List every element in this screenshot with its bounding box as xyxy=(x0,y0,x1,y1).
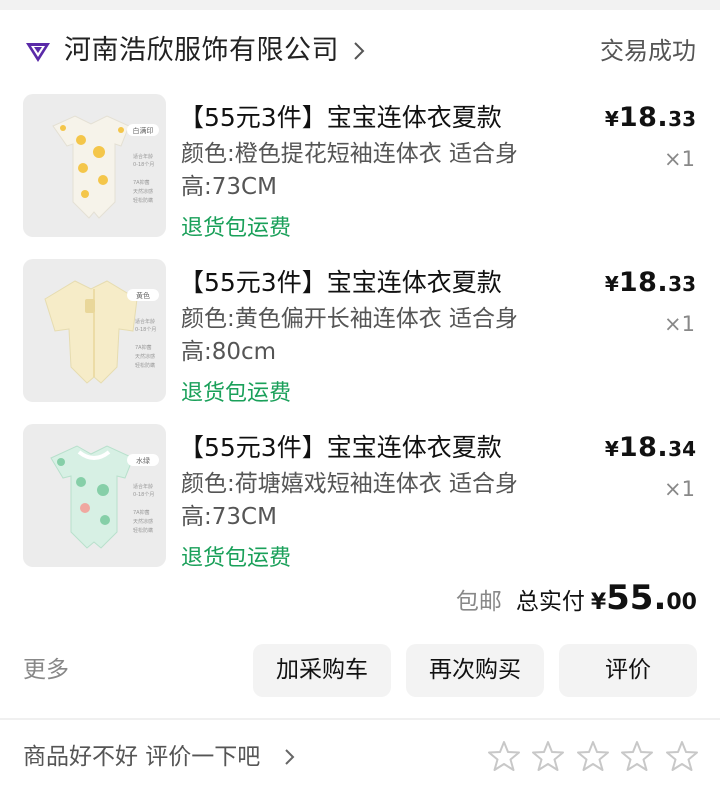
item-price: ¥18.33 xyxy=(605,267,696,298)
thumb-badge: 水绿 xyxy=(136,456,150,465)
shop-name[interactable]: 河南浩欣服饰有限公司 xyxy=(64,32,339,70)
shop-header[interactable]: 河南浩欣服饰有限公司 交易成功 xyxy=(0,10,720,90)
item-quantity: ×1 xyxy=(664,147,695,171)
thumb-text: 0-18个月 xyxy=(133,492,154,498)
thumb-text: 7A抑菌 xyxy=(133,509,150,516)
price-decimal: 34 xyxy=(668,437,696,461)
order-card: 河南浩欣服饰有限公司 交易成功 白满印 适合年龄 0-18个月 7A抑菌 天然凉… xyxy=(0,0,720,795)
shipping-label: 包邮 xyxy=(455,589,502,615)
item-price: ¥18.34 xyxy=(605,432,696,463)
item-quantity: ×1 xyxy=(664,477,695,501)
thumb-text: 0-18个月 xyxy=(133,162,154,168)
total-label: 总实付 xyxy=(515,589,585,615)
chevron-right-icon[interactable] xyxy=(351,40,367,62)
thumb-text: 轻松防螨 xyxy=(135,362,155,369)
return-shipping-tag: 退货包运费 xyxy=(181,216,292,241)
thumb-text: 7A抑菌 xyxy=(135,344,152,351)
top-gap xyxy=(0,0,720,10)
order-item[interactable]: 黄色 适合年龄 0-18个月 7A抑菌 天然凉感 轻松防螨 【55元3件】宝宝连… xyxy=(0,257,720,407)
order-item[interactable]: 水绿 适合年龄 0-18个月 7A抑菌 天然凉感 轻松防螨 【55元3件】宝宝连… xyxy=(0,422,720,572)
item-quantity: ×1 xyxy=(664,312,695,336)
currency-symbol: ¥ xyxy=(604,437,619,461)
total-decimal: 00 xyxy=(666,590,697,615)
more-button[interactable]: 更多 xyxy=(23,654,69,686)
star-icon[interactable] xyxy=(665,739,699,773)
item-spec: 颜色:黄色偏开长袖连体衣 适合身高:80cm xyxy=(181,306,519,365)
review-prompt[interactable]: 商品好不好 评价一下吧 xyxy=(23,740,260,774)
thumb-badge: 白满印 xyxy=(133,126,154,135)
price-integer: 18. xyxy=(618,102,669,133)
item-spec: 颜色:橙色提花短袖连体衣 适合身高:73CM xyxy=(181,141,519,200)
thumb-badge: 黄色 xyxy=(136,291,150,300)
currency-symbol: ¥ xyxy=(604,107,619,131)
price-integer: 18. xyxy=(618,432,669,463)
product-image: 白满印 适合年龄 0-18个月 7A抑菌 天然凉感 轻松防螨 xyxy=(23,94,166,237)
item-title[interactable]: 【55元3件】宝宝连体衣夏款 xyxy=(179,265,502,301)
thumb-text: 轻松防螨 xyxy=(133,527,153,534)
buy-again-button[interactable]: 再次购买 xyxy=(406,644,544,697)
return-shipping-tag: 退货包运费 xyxy=(181,381,292,406)
star-icon[interactable] xyxy=(576,739,610,773)
thumb-text: 适合年龄 xyxy=(133,483,153,490)
product-image: 水绿 适合年龄 0-18个月 7A抑菌 天然凉感 轻松防螨 xyxy=(23,424,166,567)
thumb-text: 轻松防螨 xyxy=(133,197,153,204)
thumb-text: 天然凉感 xyxy=(135,353,155,360)
thumb-text: 7A抑菌 xyxy=(133,179,150,186)
product-thumbnail[interactable]: 水绿 适合年龄 0-18个月 7A抑菌 天然凉感 轻松防螨 xyxy=(23,424,166,567)
order-status: 交易成功 xyxy=(600,37,696,65)
divider xyxy=(0,718,720,720)
thumb-text: 天然凉感 xyxy=(133,188,153,195)
price-integer: 18. xyxy=(618,267,669,298)
total-integer: 55. xyxy=(606,578,667,618)
add-to-cart-button[interactable]: 加采购车 xyxy=(253,644,391,697)
star-icon[interactable] xyxy=(620,739,654,773)
product-thumbnail[interactable]: 白满印 适合年龄 0-18个月 7A抑菌 天然凉感 轻松防螨 xyxy=(23,94,166,237)
item-spec: 颜色:荷塘嬉戏短袖连体衣 适合身高:73CM xyxy=(181,471,519,530)
product-image: 黄色 适合年龄 0-18个月 7A抑菌 天然凉感 轻松防螨 xyxy=(23,259,166,402)
item-title[interactable]: 【55元3件】宝宝连体衣夏款 xyxy=(179,430,502,466)
currency-symbol: ¥ xyxy=(590,590,607,615)
review-button[interactable]: 评价 xyxy=(559,644,697,697)
thumb-text: 0-18个月 xyxy=(135,327,156,333)
star-icon[interactable] xyxy=(487,739,521,773)
price-decimal: 33 xyxy=(668,107,696,131)
shop-logo-icon xyxy=(26,43,50,62)
product-thumbnail[interactable]: 黄色 适合年龄 0-18个月 7A抑菌 天然凉感 轻松防螨 xyxy=(23,259,166,402)
star-icon[interactable] xyxy=(531,739,565,773)
thumb-text: 天然凉感 xyxy=(133,518,153,525)
thumb-text: 适合年龄 xyxy=(133,153,153,160)
item-title[interactable]: 【55元3件】宝宝连体衣夏款 xyxy=(179,100,502,136)
chevron-right-icon[interactable] xyxy=(283,746,297,768)
currency-symbol: ¥ xyxy=(604,272,619,296)
return-shipping-tag: 退货包运费 xyxy=(181,546,292,571)
order-item[interactable]: 白满印 适合年龄 0-18个月 7A抑菌 天然凉感 轻松防螨 【55元3件】宝宝… xyxy=(0,92,720,242)
price-decimal: 33 xyxy=(668,272,696,296)
item-price: ¥18.33 xyxy=(605,102,696,133)
thumb-text: 适合年龄 xyxy=(135,318,155,325)
order-summary: 包邮 总实付 ¥55. 00 xyxy=(456,578,697,628)
